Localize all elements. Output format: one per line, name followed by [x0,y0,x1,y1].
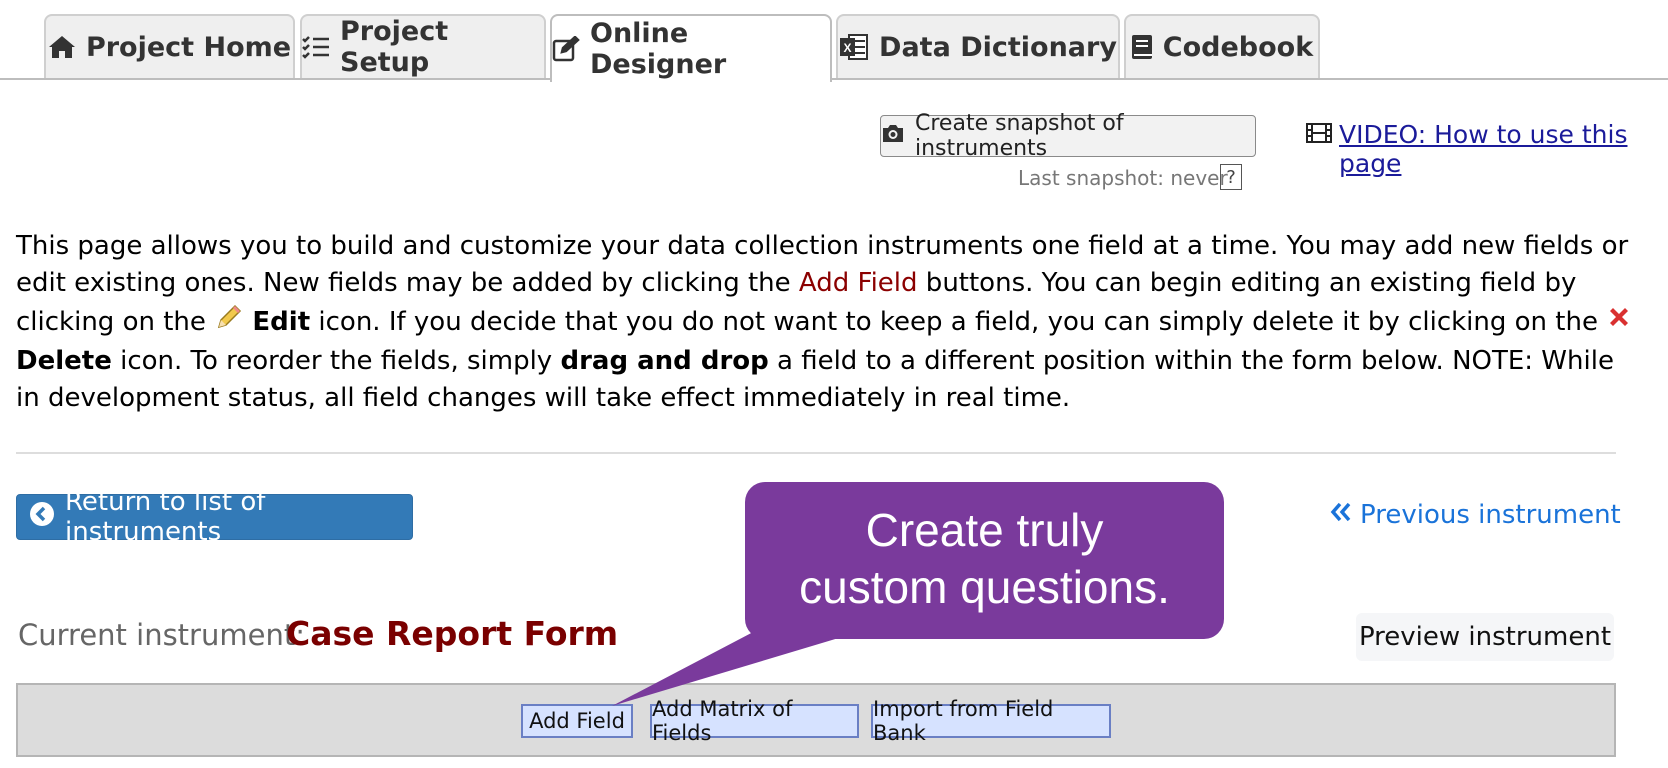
preview-instrument-button[interactable]: Preview instrument [1356,613,1614,661]
camera-icon [881,123,905,149]
svg-text:X: X [844,41,852,55]
callout-line: custom questions. [799,561,1170,613]
film-icon [1306,122,1332,148]
tab-label: Online Designer [590,18,727,80]
previous-instrument-link[interactable]: Previous instrument [1330,500,1621,530]
add-field-mention: Add Field [798,268,918,298]
edit-icon [552,36,580,62]
home-icon [48,35,76,59]
instructions-part: icon. To reorder the fields, simply [111,346,561,376]
delete-mention: Delete [16,346,112,376]
last-snapshot-text: Last snapshot: never [1018,166,1228,190]
previous-instrument-label: Previous instrument [1360,500,1621,530]
import-field-bank-button[interactable]: Import from Field Bank [871,697,1111,745]
tab-label: Codebook [1162,31,1314,63]
tab-label: Project Home [85,31,292,63]
instructions-part: icon. If you decide that you do not want… [310,307,1607,337]
current-instrument-label: Current instrument: [18,618,305,652]
tab-online-designer[interactable]: Online Designer [550,14,832,82]
add-matrix-button[interactable]: Add Matrix of Fields [650,697,859,745]
help-button[interactable]: ? [1220,164,1242,190]
snapshot-button-label: Create snapshot of instruments [915,111,1124,161]
callout-line: Create truly [865,504,1104,556]
callout-bubble: Create truly custom questions. [745,482,1224,639]
chevron-left-circle-icon [29,501,55,534]
drag-drop-mention: drag and drop [560,346,769,376]
tab-project-home[interactable]: Project Home [44,14,295,78]
excel-icon: X [839,32,869,62]
current-instrument-name: Case Report Form [286,614,619,653]
video-help-link[interactable]: VIDEO: How to use this page [1339,120,1668,178]
tab-label: Project Setup [340,16,449,78]
return-to-instruments-button[interactable]: Return to list of instruments [16,487,413,547]
edit-mention: Edit [252,307,311,337]
create-snapshot-button[interactable]: Create snapshot of instruments [880,111,1256,161]
pencil-icon [214,302,244,343]
tab-data-dictionary[interactable]: X Data Dictionary [836,14,1120,78]
tab-project-setup[interactable]: Project Setup [300,14,546,78]
book-icon [1131,34,1153,60]
section-divider [16,452,1616,454]
delete-icon [1606,304,1632,341]
checklist-icon [302,35,330,59]
tab-bar-divider [0,78,1668,80]
add-field-button[interactable]: Add Field [521,704,633,738]
double-chevron-left-icon [1330,500,1352,530]
tab-codebook[interactable]: Codebook [1124,14,1320,78]
instructions-text: This page allows you to build and custom… [16,228,1636,417]
tab-label: Data Dictionary [879,31,1117,63]
return-button-label: Return to list of instruments [65,487,266,547]
